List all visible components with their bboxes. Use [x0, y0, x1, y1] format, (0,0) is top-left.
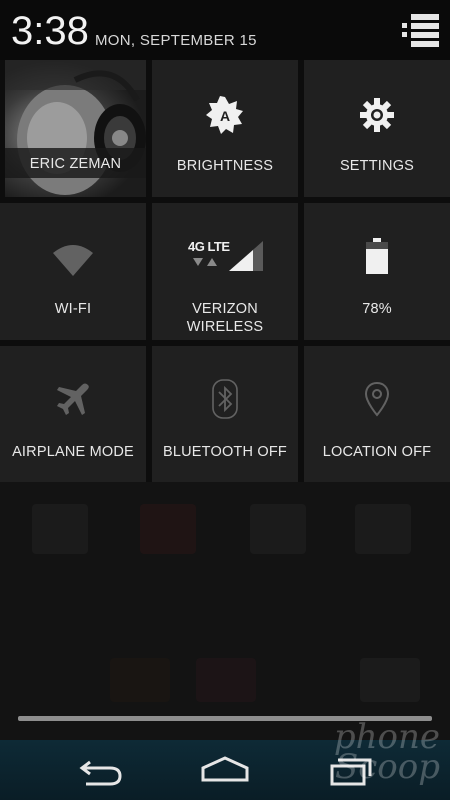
location-label: LOCATION OFF [322, 444, 432, 460]
background-app-icon [32, 504, 88, 554]
tile-brightness[interactable]: A BRIGHTNESS [152, 60, 298, 197]
background-app-icon [140, 504, 196, 554]
settings-label: SETTINGS [339, 158, 415, 174]
quick-settings-grid: ERIC ZEMAN A BRIGHTNESS SETTINGS WI-FI 4… [0, 60, 450, 482]
back-button[interactable] [70, 754, 130, 788]
airplane-mode-label: AIRPLANE MODE [12, 444, 134, 460]
tile-user[interactable]: ERIC ZEMAN [5, 60, 146, 197]
data-arrows-icon [193, 258, 217, 266]
background-app-icon [250, 504, 306, 554]
tile-battery[interactable]: 78% [304, 203, 450, 340]
notification-list-icon [402, 14, 439, 47]
dimmed-background [0, 482, 450, 740]
background-app-icon [196, 658, 256, 702]
clock: 3:38 [11, 9, 89, 53]
battery-fill [366, 249, 388, 274]
home-icon [201, 756, 249, 782]
notifications-toggle-button[interactable] [400, 12, 440, 48]
watermark-logo: phone Scoop [333, 717, 440, 787]
bluetooth-label: BLUETOOTH OFF [163, 444, 287, 460]
location-pin-icon [364, 381, 390, 417]
network-type-label: 4G LTE [188, 239, 230, 254]
tile-location[interactable]: LOCATION OFF [304, 346, 450, 482]
tile-bluetooth[interactable]: BLUETOOTH OFF [152, 346, 298, 482]
wifi-icon [53, 245, 93, 276]
gear-icon [360, 98, 394, 132]
tile-airplane-mode[interactable]: AIRPLANE MODE [0, 346, 146, 482]
background-app-icon [355, 504, 411, 554]
tile-wifi[interactable]: WI-FI [0, 203, 146, 340]
network-label-line1: VERIZON [192, 301, 258, 317]
airplane-icon [57, 383, 89, 415]
signal-icon [229, 241, 263, 271]
wifi-label: WI-FI [54, 301, 92, 317]
back-arrow-icon [79, 760, 122, 786]
background-app-icon [110, 658, 170, 702]
brightness-label: BRIGHTNESS [176, 158, 274, 174]
tile-settings[interactable]: SETTINGS [304, 60, 450, 197]
date: MON, SEPTEMBER 15 [95, 32, 257, 49]
battery-icon [366, 238, 388, 274]
bluetooth-icon [212, 379, 238, 419]
home-button[interactable] [195, 754, 255, 788]
background-app-icon [360, 658, 420, 702]
svg-text:A: A [220, 108, 230, 124]
user-name-label: ERIC ZEMAN [29, 156, 122, 172]
quick-settings-header: 3:38 MON, SEPTEMBER 15 [0, 0, 450, 60]
brightness-auto-icon: A [206, 96, 243, 134]
network-label-line2: WIRELESS [186, 319, 264, 335]
network-type-icon: 4G LTE [188, 239, 230, 269]
battery-label: 78% [362, 301, 392, 317]
tile-mobile-network[interactable]: 4G LTE VERIZON WIRELESS [152, 203, 298, 340]
